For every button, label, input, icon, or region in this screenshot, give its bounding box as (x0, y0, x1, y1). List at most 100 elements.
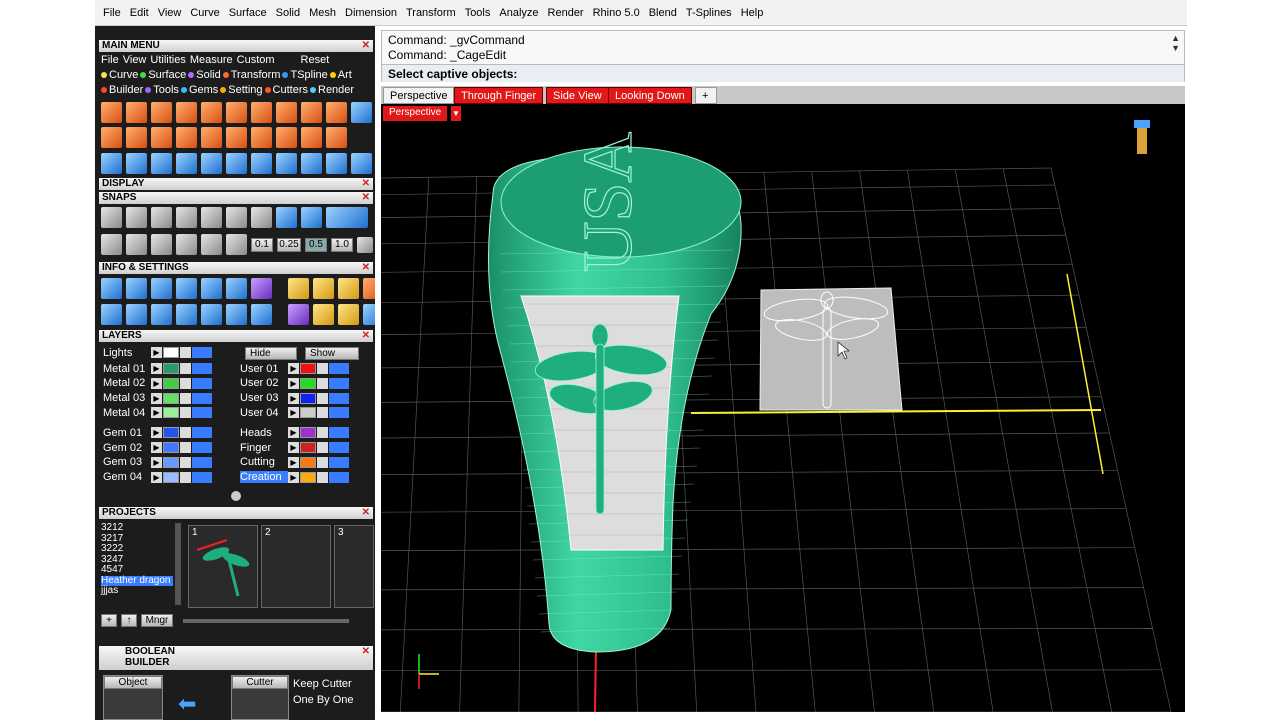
wedge-icon[interactable] (226, 127, 247, 148)
snap-0-1[interactable]: 0.1 (251, 237, 273, 252)
visibility-toggle[interactable] (329, 442, 349, 453)
add-tab-icon[interactable]: + (695, 87, 717, 104)
layer-color[interactable] (163, 442, 179, 453)
project-scrollbar[interactable] (175, 523, 181, 605)
layer-row[interactable]: Finger ▶ (240, 441, 349, 454)
command-prompt-bar[interactable]: Select captive objects: (382, 64, 1184, 82)
cube-icon[interactable] (301, 127, 322, 148)
viewport-icon[interactable] (126, 304, 147, 325)
mm-tools[interactable]: Tools (145, 84, 179, 96)
mm-measure[interactable]: Measure (190, 54, 233, 66)
lock-icon[interactable] (180, 377, 191, 389)
analyze-icon[interactable] (126, 278, 147, 299)
tab-through-finger[interactable]: Through Finger (454, 87, 544, 104)
bend-icon[interactable] (251, 153, 272, 174)
mm-gems[interactable]: Gems (180, 84, 218, 96)
project-thumb-2[interactable]: 2 (261, 525, 331, 608)
lock-icon[interactable] (180, 471, 191, 483)
grid-settings-icon[interactable] (357, 236, 373, 253)
play-icon[interactable]: ▶ (151, 392, 162, 404)
ortho-icon[interactable] (151, 234, 172, 255)
array-icon[interactable] (301, 153, 322, 174)
menu-surface[interactable]: Surface (229, 7, 267, 19)
project-thumb-1[interactable]: 1 (188, 525, 258, 608)
grid-tool-icon[interactable] (326, 127, 347, 148)
snap-1-0[interactable]: 1.0 (331, 237, 353, 252)
render3-icon[interactable] (338, 304, 359, 325)
lock-icon[interactable] (180, 363, 191, 374)
properties-icon[interactable] (251, 304, 272, 325)
layer-color[interactable] (300, 427, 316, 439)
mm-transform[interactable]: Transform (222, 69, 280, 81)
light-icon[interactable] (288, 278, 309, 299)
prong-icon[interactable] (326, 102, 347, 123)
layer-row[interactable]: User 04 ▶ (240, 406, 349, 419)
near-snap-icon[interactable] (126, 207, 147, 228)
layer-color[interactable] (163, 471, 179, 483)
grid-snap-icon[interactable] (101, 234, 122, 255)
camera2-icon[interactable] (338, 278, 359, 299)
layer-color[interactable] (163, 392, 179, 404)
arch-icon[interactable] (276, 127, 297, 148)
layer-color[interactable] (163, 456, 179, 468)
layer-row[interactable]: Creation ▶ (240, 471, 349, 484)
menu-render[interactable]: Render (548, 7, 584, 19)
mm-art[interactable]: Art (329, 69, 352, 81)
mm-custom[interactable]: Custom (237, 54, 275, 66)
menu-analyze[interactable]: Analyze (499, 7, 538, 19)
snap-0-5[interactable]: 0.5 (305, 237, 327, 252)
orient-icon[interactable] (326, 153, 347, 174)
layer-row[interactable]: Cutting ▶ (240, 456, 349, 469)
bezel-icon[interactable] (276, 102, 297, 123)
visibility-toggle[interactable] (329, 456, 349, 468)
notes-icon[interactable] (226, 278, 247, 299)
weight-icon[interactable] (151, 278, 172, 299)
visibility-toggle[interactable] (329, 392, 349, 404)
play-icon[interactable]: ▶ (151, 363, 162, 374)
render2-icon[interactable] (313, 304, 334, 325)
play-icon[interactable]: ▶ (288, 377, 299, 389)
layer-color[interactable] (300, 377, 316, 389)
point-snap-icon[interactable] (151, 207, 172, 228)
up-arrow-icon[interactable]: ↑ (121, 614, 137, 627)
add-project-button[interactable]: + (101, 614, 117, 627)
mm-curve[interactable]: Curve (101, 69, 138, 81)
quad-snap-icon[interactable] (301, 207, 322, 228)
visibility-toggle[interactable] (192, 471, 212, 483)
menu-view[interactable]: View (158, 7, 182, 19)
snap-0-25[interactable]: 0.25 (277, 237, 301, 252)
flow-icon[interactable] (226, 153, 247, 174)
render4-icon[interactable] (363, 304, 375, 325)
layer-color[interactable] (300, 471, 316, 483)
layer-color[interactable] (300, 392, 316, 404)
tab-perspective[interactable]: Perspective (383, 87, 455, 104)
layer-color[interactable] (163, 363, 179, 374)
close-icon[interactable]: ✕ (362, 178, 370, 190)
material-icon[interactable] (251, 278, 272, 299)
sphere-icon[interactable] (151, 102, 172, 123)
move-icon[interactable] (101, 153, 122, 174)
lock-icon[interactable] (317, 392, 328, 404)
lock-icon[interactable] (180, 427, 191, 439)
panel-icon[interactable] (176, 304, 197, 325)
layer-row[interactable]: User 01 ▶ (240, 362, 349, 375)
visibility-toggle[interactable] (329, 363, 349, 374)
play-icon[interactable]: ▶ (288, 456, 299, 468)
layer-row[interactable]: Heads ▶ (240, 426, 349, 439)
layer-row[interactable]: User 03 ▶ (240, 392, 349, 405)
volume-icon[interactable] (176, 278, 197, 299)
layer-row[interactable]: Gem 04 ▶ (103, 471, 212, 484)
menu-tools[interactable]: Tools (465, 7, 491, 19)
visibility-toggle[interactable] (329, 377, 349, 389)
scroll-arrows-icon[interactable]: ▲ ▼ (1171, 33, 1180, 53)
number-icon[interactable] (226, 102, 247, 123)
tab-side-view[interactable]: Side View (546, 87, 609, 104)
menu-tsplines[interactable]: T-Splines (686, 7, 732, 19)
curve-tool-icon[interactable] (251, 127, 272, 148)
project-list[interactable]: 3212 3217 3222 3247 4547 Heather dragon jjjas (101, 522, 173, 597)
mm-utilities[interactable]: Utilities (150, 54, 185, 66)
perp-snap-icon[interactable] (251, 207, 272, 228)
close-icon[interactable]: ✕ (362, 262, 370, 274)
layer-color[interactable] (300, 456, 316, 468)
layer-row[interactable]: Metal 03 ▶ (103, 392, 212, 405)
